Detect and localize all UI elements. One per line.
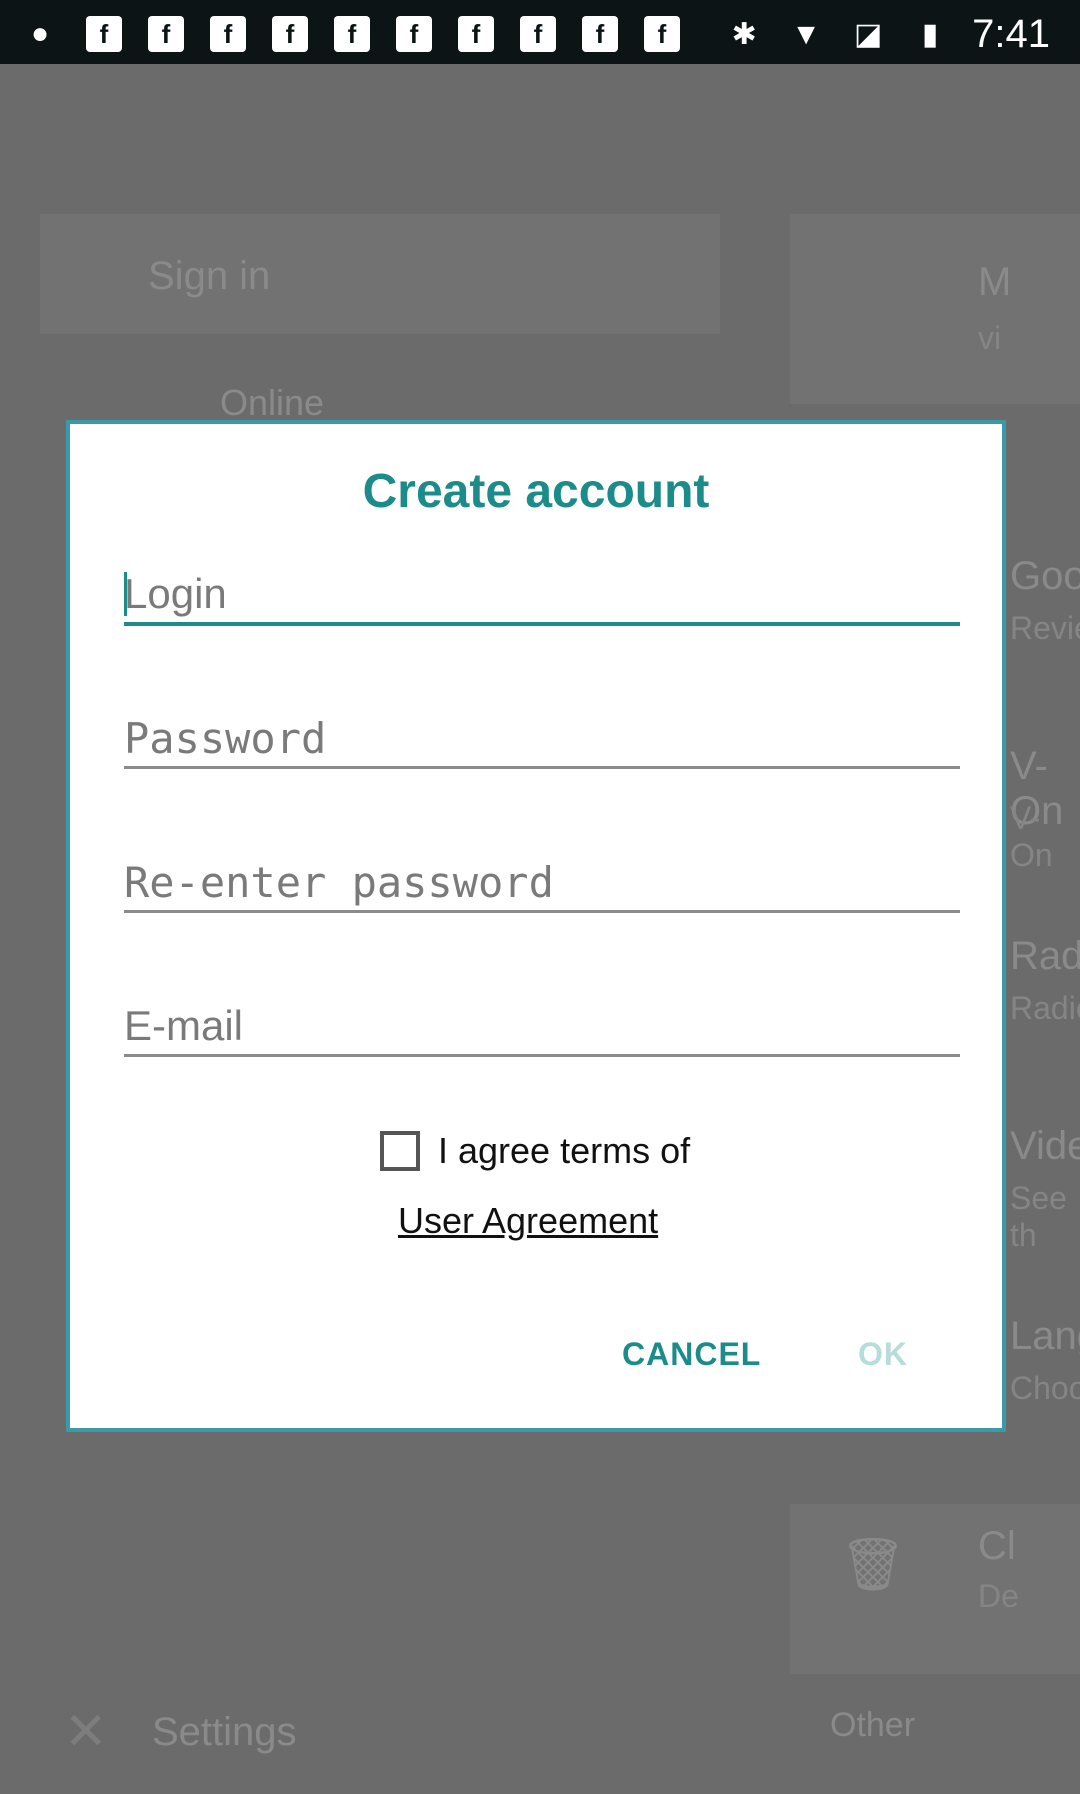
bg-item-subtitle: vi (978, 320, 1002, 356)
facebook-notification-icon: f (148, 16, 184, 52)
bg-item-subtitle: See th (1010, 1180, 1067, 1253)
reenter-password-field[interactable] (124, 854, 960, 913)
bluetooth-icon: ✱ (731, 18, 757, 51)
trash-icon: 🗑 (840, 1536, 907, 1594)
bg-item-subtitle: V-On (1010, 800, 1053, 873)
login-field[interactable] (124, 566, 960, 626)
dialog-title: Create account (362, 465, 710, 518)
bg-item-subtitle: Revie (1010, 610, 1080, 646)
sign-in-card (40, 214, 720, 334)
android-icon: ● (30, 17, 50, 50)
password-field[interactable] (124, 710, 960, 769)
bg-item-title: Video (1010, 1124, 1080, 1168)
other-label: Other (830, 1706, 916, 1744)
facebook-notification-icon: f (272, 16, 308, 52)
wifi-icon: ▼ (791, 17, 821, 51)
email-input[interactable] (124, 998, 960, 1054)
facebook-notification-icon: f (334, 16, 370, 52)
agree-checkbox[interactable] (380, 1131, 420, 1171)
bg-item-subtitle: Radio (1010, 990, 1080, 1026)
login-input[interactable] (124, 566, 960, 622)
facebook-notification-icon: f (582, 16, 618, 52)
bg-item-title: Goog (1010, 554, 1080, 598)
tools-icon: ✕ (64, 1703, 108, 1761)
system-icons: ✱ ▼ ◪ ▮ 7:41 (724, 12, 1050, 57)
bg-item-title: Cl (978, 1524, 1016, 1568)
status-bar: ● f f f f f f f f f f ✱ ▼ ◪ ▮ 7:41 (0, 0, 1080, 64)
user-agreement-link[interactable]: User Agreement (398, 1200, 658, 1242)
facebook-notification-icon: f (458, 16, 494, 52)
settings-label[interactable]: Settings (152, 1710, 297, 1755)
bg-item-title: Langu (1010, 1314, 1080, 1358)
bg-item-subtitle: De (978, 1578, 1019, 1614)
bg-card (790, 214, 1080, 404)
facebook-notification-icon: f (520, 16, 556, 52)
bg-card (790, 1504, 1080, 1674)
facebook-notification-icon: f (644, 16, 680, 52)
facebook-notification-icon: f (86, 16, 122, 52)
reenter-password-input[interactable] (124, 854, 960, 910)
clock: 7:41 (972, 12, 1050, 56)
email-field[interactable] (124, 998, 960, 1057)
ok-button[interactable]: OK (858, 1336, 908, 1373)
bg-item-title: Radio (1010, 934, 1080, 978)
agree-terms-checkbox-row[interactable]: I agree terms of (380, 1130, 690, 1172)
no-sim-icon: ◪ (853, 18, 883, 51)
sign-in-label: Sign in (148, 254, 271, 298)
facebook-notification-icon: f (396, 16, 432, 52)
facebook-notification-icon: f (210, 16, 246, 52)
agree-terms-label[interactable]: I agree terms of (438, 1130, 690, 1172)
create-account-dialog: Create account I agree terms of User Agr… (66, 420, 1006, 1432)
battery-charging-icon: ▮ (921, 18, 939, 51)
bg-item-subtitle: Choos (1010, 1370, 1080, 1406)
online-label: Online (220, 382, 325, 423)
password-input[interactable] (124, 710, 960, 766)
notification-area: ● f f f f f f f f f f (20, 14, 680, 54)
bg-item-title: M (978, 260, 1012, 304)
cancel-button[interactable]: CANCEL (622, 1336, 761, 1373)
